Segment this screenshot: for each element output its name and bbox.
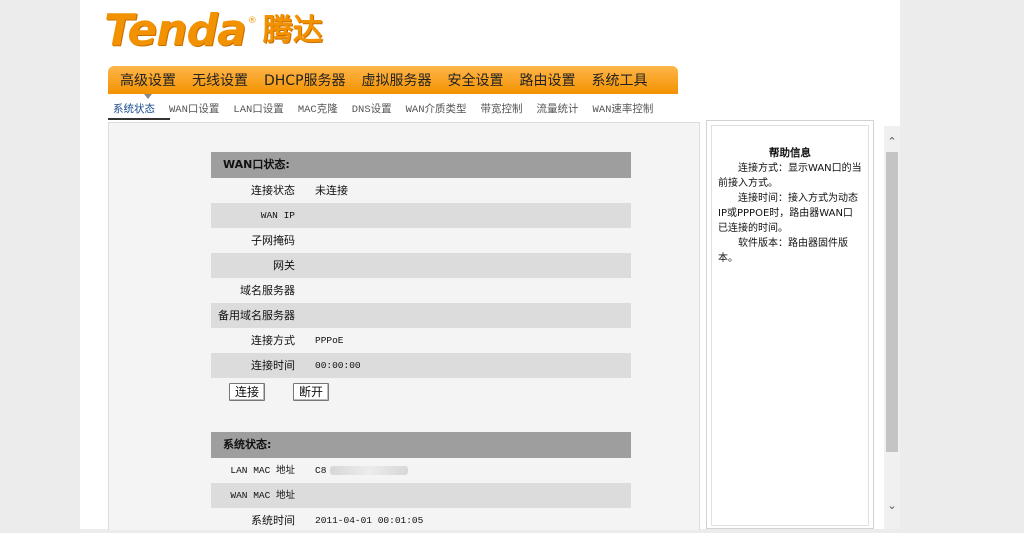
main-nav-advanced[interactable]: 高级设置 [112, 70, 184, 90]
scrollbar-thumb[interactable] [886, 152, 898, 452]
system-status-heading: 系统状态: [211, 432, 631, 458]
sub-nav-wan-settings[interactable]: WAN口设置 [162, 101, 226, 116]
row-label: 域名服务器 [240, 284, 295, 297]
row-label: 备用域名服务器 [218, 309, 295, 322]
logo-chinese: 腾达 [262, 13, 323, 48]
help-panel: 帮助信息 连接方式：显示WAN口的当前接入方式。 连接时间：接入方式为动态IP或… [706, 120, 874, 529]
help-connection-time: 连接时间：接入方式为动态IP或PPPOE时，路由器WAN口已连接的时间。 [718, 193, 858, 234]
main-nav-virtual-server[interactable]: 虚拟服务器 [354, 70, 440, 90]
system-row-wan-mac: WAN MAC 地址 [211, 483, 631, 508]
row-value: 00:00:00 [315, 360, 361, 371]
logo-latin: Tenda [104, 5, 247, 56]
help-connection-type: 连接方式：显示WAN口的当前接入方式。 [718, 163, 862, 189]
system-row-system-time: 系统时间 2011-04-01 00:01:05 [211, 508, 631, 533]
sub-nav-bandwidth-control[interactable]: 带宽控制 [474, 101, 530, 116]
scroll-down-icon[interactable]: ⌄ [884, 498, 900, 514]
row-value: PPPoE [315, 335, 344, 346]
row-label: 网关 [273, 259, 295, 272]
sub-nav-lan-settings[interactable]: LAN口设置 [226, 101, 290, 116]
system-row-lan-mac: LAN MAC 地址 C8 [211, 458, 631, 483]
sub-nav-mac-clone[interactable]: MAC克隆 [291, 101, 345, 116]
row-label: 子网掩码 [251, 234, 295, 247]
status-content-panel: WAN口状态: 连接状态 未连接 WAN IP 子网掩码 网关 域名服务器 备用… [108, 122, 700, 530]
wan-row-dns-server: 域名服务器 [211, 278, 631, 303]
wan-row-connection-time: 连接时间 00:00:00 [211, 353, 631, 378]
row-value: C8 [315, 458, 409, 483]
row-value: 2011-04-01 00:01:05 [315, 515, 424, 526]
main-nav-wireless[interactable]: 无线设置 [184, 70, 256, 90]
help-title: 帮助信息 [769, 147, 811, 159]
main-nav-dhcp[interactable]: DHCP服务器 [256, 70, 354, 90]
help-firmware-version: 软件版本：路由器固件版本。 [718, 238, 848, 264]
sub-nav-wan-speed-control[interactable]: WAN速率控制 [586, 101, 661, 116]
main-nav: 高级设置 无线设置 DHCP服务器 虚拟服务器 安全设置 路由设置 系统工具 [108, 66, 678, 94]
router-admin-page: Tenda ® 腾达 高级设置 无线设置 DHCP服务器 虚拟服务器 安全设置 … [80, 0, 900, 530]
connect-button[interactable]: 连接 [229, 383, 266, 401]
logo-registered-mark: ® [247, 16, 257, 26]
vertical-scrollbar[interactable]: ⌃ ⌄ [884, 126, 900, 529]
disconnect-button[interactable]: 断开 [293, 383, 330, 401]
sub-nav: 系统状态 WAN口设置 LAN口设置 MAC克隆 DNS设置 WAN介质类型 带… [106, 98, 726, 118]
main-nav-security[interactable]: 安全设置 [440, 70, 512, 90]
row-label: 连接方式 [251, 334, 295, 347]
sub-nav-wan-medium[interactable]: WAN介质类型 [399, 101, 474, 116]
wan-row-connection-type: 连接方式 PPPoE [211, 328, 631, 353]
row-label: 系统时间 [251, 514, 295, 527]
main-nav-routing[interactable]: 路由设置 [512, 70, 584, 90]
sub-nav-traffic-stats[interactable]: 流量统计 [530, 101, 586, 116]
wan-row-wan-ip: WAN IP [211, 203, 631, 228]
tenda-logo: Tenda ® 腾达 [104, 6, 323, 56]
row-label: WAN IP [260, 210, 295, 221]
wan-status-heading: WAN口状态: [211, 152, 631, 178]
help-inner: 帮助信息 连接方式：显示WAN口的当前接入方式。 连接时间：接入方式为动态IP或… [711, 125, 869, 526]
row-label: WAN MAC 地址 [230, 490, 295, 501]
wan-row-subnet-mask: 子网掩码 [211, 228, 631, 253]
main-nav-system-tools[interactable]: 系统工具 [584, 70, 656, 90]
wan-row-backup-dns: 备用域名服务器 [211, 303, 631, 328]
wan-row-connection-status: 连接状态 未连接 [211, 178, 631, 203]
wan-row-gateway: 网关 [211, 253, 631, 278]
row-value: 未连接 [315, 184, 348, 197]
lan-mac-visible-prefix: C8 [315, 465, 327, 476]
active-tab-underline [108, 118, 170, 120]
sub-nav-dns-settings[interactable]: DNS设置 [345, 101, 399, 116]
row-label: LAN MAC 地址 [230, 465, 295, 476]
row-label: 连接状态 [251, 184, 295, 197]
redacted-mac-mask [330, 465, 409, 475]
row-label: 连接时间 [251, 359, 295, 372]
scroll-up-icon[interactable]: ⌃ [884, 134, 900, 150]
sub-nav-system-status[interactable]: 系统状态 [106, 101, 162, 116]
